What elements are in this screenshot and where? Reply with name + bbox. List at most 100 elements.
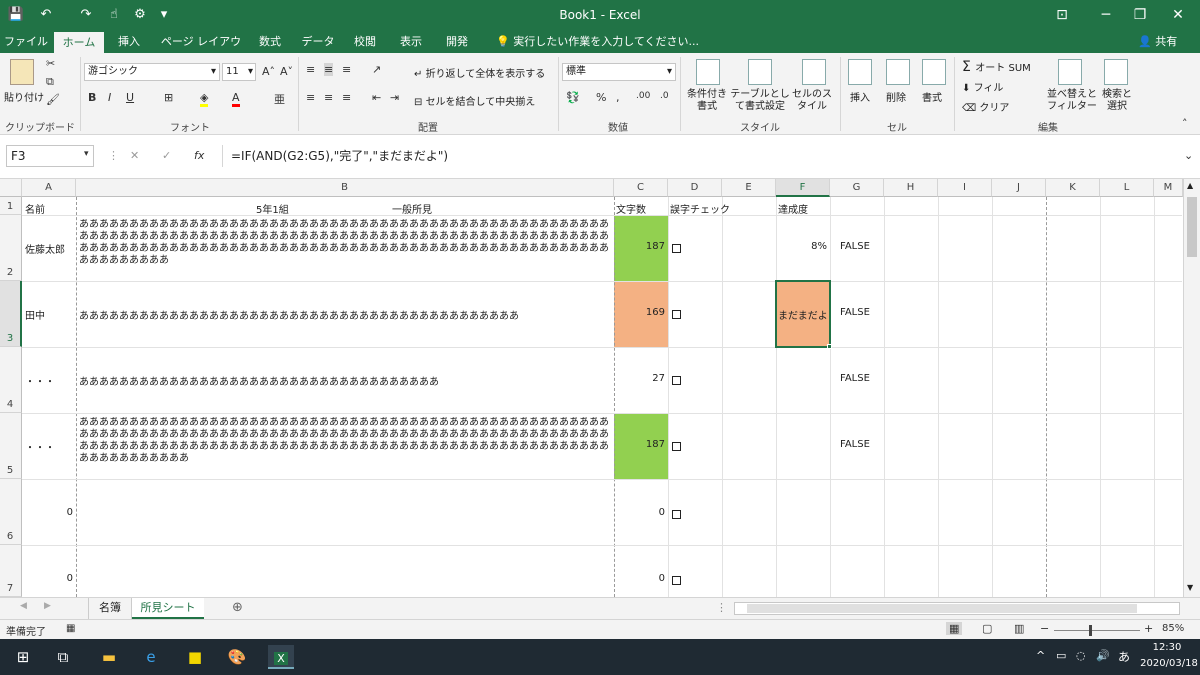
align-right-icon[interactable]: ≡ — [342, 91, 351, 104]
borders-icon[interactable]: ⊞ — [164, 91, 173, 104]
comma-icon[interactable]: , — [616, 91, 620, 104]
collapse-ribbon-icon[interactable]: ˄ — [1182, 117, 1188, 130]
italic-button[interactable]: I — [108, 91, 111, 104]
next-sheet-icon[interactable]: ▶ — [44, 601, 51, 611]
volume-icon[interactable]: 🔊 — [1096, 649, 1110, 662]
cell-c6[interactable]: 0 — [616, 507, 665, 518]
cell-c1[interactable]: 文字数 — [616, 201, 646, 216]
fill-button[interactable]: ⬇ フィル — [962, 79, 1003, 94]
increase-indent-icon[interactable]: ⇥ — [390, 91, 399, 104]
add-sheet-icon[interactable]: ⊕ — [232, 600, 243, 615]
name-box-dropdown-icon[interactable]: ▾ — [84, 149, 89, 159]
row-header-7[interactable]: 7 — [0, 545, 22, 597]
col-header-i[interactable]: I — [938, 179, 992, 197]
scroll-thumb[interactable] — [1187, 197, 1197, 257]
currency-icon[interactable]: 💱 — [566, 91, 580, 104]
cancel-icon[interactable]: ✕ — [130, 149, 139, 162]
checkbox-d2[interactable] — [672, 244, 681, 253]
conditional-formatting-icon[interactable] — [696, 59, 720, 85]
cell-b1-title[interactable]: 一般所見 — [392, 201, 432, 216]
zoom-slider[interactable] — [1054, 625, 1140, 636]
col-header-e[interactable]: E — [722, 179, 776, 197]
cut-icon[interactable]: ✂ — [46, 57, 55, 70]
row-header-1[interactable]: 1 — [0, 197, 22, 215]
clear-button[interactable]: ⌫ クリア — [962, 99, 1009, 114]
col-header-a[interactable]: A — [22, 179, 76, 197]
normal-view-icon[interactable]: ▦ — [946, 622, 963, 635]
shrink-font-icon[interactable]: A˅ — [280, 65, 293, 78]
formula-input[interactable]: =IF(AND(G2:G5),"完了","まだまだよ") — [222, 145, 1192, 167]
decrease-indent-icon[interactable]: ⇤ — [372, 91, 381, 104]
find-select-icon[interactable] — [1104, 59, 1128, 85]
cell-b1-class[interactable]: 5年1組 — [256, 201, 289, 216]
col-header-b[interactable]: B — [76, 179, 614, 197]
number-format-select[interactable]: 標準 ▾ — [562, 63, 676, 81]
tab-developer[interactable]: 開発 — [440, 31, 474, 53]
font-color-icon[interactable]: A — [232, 91, 240, 107]
cell-styles-icon[interactable] — [802, 59, 826, 85]
tell-me-search[interactable]: 💡 実行したい作業を入力してください... — [496, 31, 699, 53]
task-view-icon[interactable]: ⧉ — [50, 645, 76, 669]
scroll-down-icon[interactable]: ▼ — [1187, 583, 1193, 592]
page-layout-view-icon[interactable]: ▢ — [982, 622, 992, 635]
cell-b3[interactable]: ああああああああああああああああああああああああああああああああああああああああ… — [79, 307, 612, 322]
cell-a5[interactable]: ・・・ — [25, 439, 55, 454]
network-icon[interactable]: ◌ — [1076, 649, 1086, 662]
tab-formulas[interactable]: 数式 — [254, 31, 286, 53]
ribbon-display-icon[interactable]: ⊡ — [1040, 0, 1084, 31]
phonetic-icon[interactable]: 亜 — [274, 91, 285, 107]
autosum-button[interactable]: Σ オート SUM — [962, 59, 1031, 75]
cell-a7[interactable]: 0 — [25, 573, 73, 584]
grow-font-icon[interactable]: A˄ — [262, 65, 275, 78]
cell-b2[interactable]: ああああああああああああああああああああああああああああああああああああああああ… — [79, 219, 612, 279]
tab-home[interactable]: ホーム — [54, 31, 104, 53]
insert-cells-button[interactable]: 挿入 — [850, 89, 870, 104]
font-name-select[interactable]: 游ゴシック ▾ — [84, 63, 220, 81]
tab-insert[interactable]: 挿入 — [112, 31, 146, 53]
delete-cells-button[interactable]: 削除 — [886, 89, 906, 104]
name-box[interactable]: F3 — [6, 145, 94, 167]
file-explorer-icon[interactable]: ▬ — [96, 645, 122, 669]
tab-data[interactable]: データ — [298, 31, 338, 53]
cell-g3[interactable]: FALSE — [840, 307, 870, 318]
cell-c4[interactable]: 27 — [616, 373, 665, 384]
tab-file[interactable]: ファイル — [4, 31, 48, 53]
format-painter-brush-icon[interactable]: 🖌 — [46, 93, 60, 106]
tab-page-layout[interactable]: ページ レイアウト — [156, 31, 246, 70]
align-top-icon[interactable]: ≡ — [306, 63, 315, 76]
cell-g4[interactable]: FALSE — [840, 373, 870, 384]
format-as-table-button[interactable]: テーブルとして書式設定 — [730, 89, 790, 113]
tab-review[interactable]: 校閲 — [348, 31, 382, 53]
chevron-up-icon[interactable]: ^ — [1036, 649, 1045, 662]
checkbox-d6[interactable] — [672, 510, 681, 519]
cell-a3[interactable]: 田中 — [25, 307, 45, 322]
battery-icon[interactable]: ▭ — [1056, 649, 1066, 662]
row-header-6[interactable]: 6 — [0, 479, 22, 545]
align-center-icon[interactable]: ≡ — [324, 91, 333, 104]
conditional-formatting-button[interactable]: 条件付き書式 — [684, 89, 730, 113]
zoom-level[interactable]: 85% — [1162, 623, 1184, 634]
zoom-slider-thumb[interactable] — [1089, 625, 1092, 636]
cell-g2[interactable]: FALSE — [840, 241, 870, 252]
cell-a2[interactable]: 佐藤太郎 — [25, 241, 65, 256]
cell-c7[interactable]: 0 — [616, 573, 665, 584]
prev-sheet-icon[interactable]: ◀ — [20, 601, 27, 611]
macro-record-icon[interactable]: ▦ — [66, 623, 75, 634]
fill-handle[interactable] — [827, 344, 832, 349]
checkbox-d5[interactable] — [672, 442, 681, 451]
sticky-notes-icon[interactable]: ■ — [182, 645, 208, 669]
row-header-3[interactable]: 3 — [0, 281, 22, 347]
cell-f2[interactable]: 8% — [778, 241, 827, 252]
cell-c5[interactable]: 187 — [616, 439, 665, 450]
cell-b5[interactable]: ああああああああああああああああああああああああああああああああああああああああ… — [79, 417, 612, 477]
scroll-up-icon[interactable]: ▲ — [1187, 181, 1193, 190]
tab-view[interactable]: 表示 — [394, 31, 428, 53]
horizontal-scrollbar[interactable] — [734, 602, 1180, 615]
format-cells-icon[interactable] — [922, 59, 946, 85]
col-header-k[interactable]: K — [1046, 179, 1100, 197]
col-header-h[interactable]: H — [884, 179, 938, 197]
increase-decimal-icon[interactable]: .00 — [636, 91, 650, 101]
sheet-tab-roster[interactable]: 名簿 — [88, 598, 132, 619]
checkbox-d3[interactable] — [672, 310, 681, 319]
vertical-scrollbar[interactable]: ▲ ▼ — [1183, 179, 1200, 597]
